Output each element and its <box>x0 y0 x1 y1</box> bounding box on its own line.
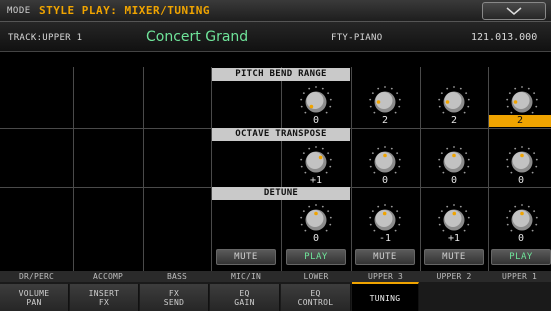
detune-value-lower: 0 <box>312 233 320 244</box>
pitch-bend-knob-upper1[interactable] <box>505 85 539 119</box>
track-label: TRACK:UPPER 1 <box>8 33 83 43</box>
octave-knob-lower[interactable] <box>299 145 333 179</box>
detune-knob-upper3[interactable] <box>368 203 402 237</box>
sound-bank: FTY-PIANO <box>331 33 383 43</box>
mic-in-mute-button[interactable]: MUTE <box>216 249 276 265</box>
tab-insert-fx[interactable]: INSERT FX <box>70 284 139 311</box>
pitch-bend-value-lower: 0 <box>312 115 320 126</box>
tab-eq-control[interactable]: EQ CONTROL <box>281 284 351 311</box>
channel-labels: DR/PERC ACCOMP BASS MIC/IN LOWER UPPER 3… <box>0 271 551 282</box>
title-bar: MODE STYLE PLAY: MIXER/TUNING <box>0 0 551 22</box>
octave-knob-upper2[interactable] <box>437 145 471 179</box>
channel-label-accomp: ACCOMP <box>92 272 124 281</box>
detune-value-upper2: +1 <box>447 233 461 244</box>
tuning-grid: PITCH BEND RANGE OCTAVE TRANSPOSE DETUNE… <box>0 67 551 271</box>
octave-value-upper1: 0 <box>517 175 525 186</box>
channel-label-dr-perc: DR/PERC <box>18 272 55 281</box>
detune-knob-upper2[interactable] <box>437 203 471 237</box>
octave-knob-upper3[interactable] <box>368 145 402 179</box>
detune-value-upper1: 0 <box>517 233 525 244</box>
octave-value-upper2: 0 <box>450 175 458 186</box>
octave-knob-upper1[interactable] <box>505 145 539 179</box>
pitch-bend-knob-upper2[interactable] <box>437 85 471 119</box>
upper1-play-button[interactable]: PLAY <box>491 249 551 265</box>
sound-name[interactable]: Concert Grand <box>146 29 248 45</box>
chevron-down-icon <box>506 7 522 15</box>
pitch-bend-value-upper3: 2 <box>381 115 389 126</box>
tab-fx-send[interactable]: FX SEND <box>140 284 209 311</box>
detune-value-upper3: -1 <box>378 233 392 244</box>
detune-knob-lower[interactable] <box>299 203 333 237</box>
program-number: 121.013.000 <box>471 32 538 43</box>
upper2-mute-button[interactable]: MUTE <box>424 249 484 265</box>
track-info-row[interactable]: TRACK:UPPER 1 Concert Grand FTY-PIANO 12… <box>0 22 551 52</box>
detune-knob-upper1[interactable] <box>505 203 539 237</box>
channel-label-lower: LOWER <box>303 272 329 281</box>
channel-label-upper1: UPPER 1 <box>501 272 538 281</box>
pitch-bend-value-upper1[interactable]: 2 <box>489 115 551 127</box>
pitch-bend-knob-upper3[interactable] <box>368 85 402 119</box>
channel-label-mic-in: MIC/IN <box>230 272 262 281</box>
lower-play-button[interactable]: PLAY <box>286 249 346 265</box>
tab-tuning[interactable]: TUNING <box>352 282 419 311</box>
pitch-bend-value-upper2: 2 <box>450 115 458 126</box>
octave-value-upper3: 0 <box>381 175 389 186</box>
page-title: STYLE PLAY: MIXER/TUNING <box>39 4 210 17</box>
page-menu-button[interactable] <box>482 2 546 20</box>
mode-label: MODE <box>7 6 31 16</box>
octave-transpose-header: OCTAVE TRANSPOSE <box>212 128 350 141</box>
tab-volume-pan[interactable]: VOLUME PAN <box>0 284 69 311</box>
octave-value-lower: +1 <box>309 175 323 186</box>
pitch-bend-knob-lower[interactable] <box>299 85 333 119</box>
tab-eq-gain[interactable]: EQ GAIN <box>210 284 280 311</box>
page-tabs: VOLUME PAN INSERT FX FX SEND EQ GAIN EQ CONTR… <box>0 282 551 311</box>
pitch-bend-header: PITCH BEND RANGE <box>212 68 350 81</box>
detune-header: DETUNE <box>212 187 350 200</box>
channel-label-bass: BASS <box>166 272 188 281</box>
upper3-mute-button[interactable]: MUTE <box>355 249 415 265</box>
channel-label-upper3: UPPER 3 <box>367 272 404 281</box>
channel-label-upper2: UPPER 2 <box>436 272 472 281</box>
